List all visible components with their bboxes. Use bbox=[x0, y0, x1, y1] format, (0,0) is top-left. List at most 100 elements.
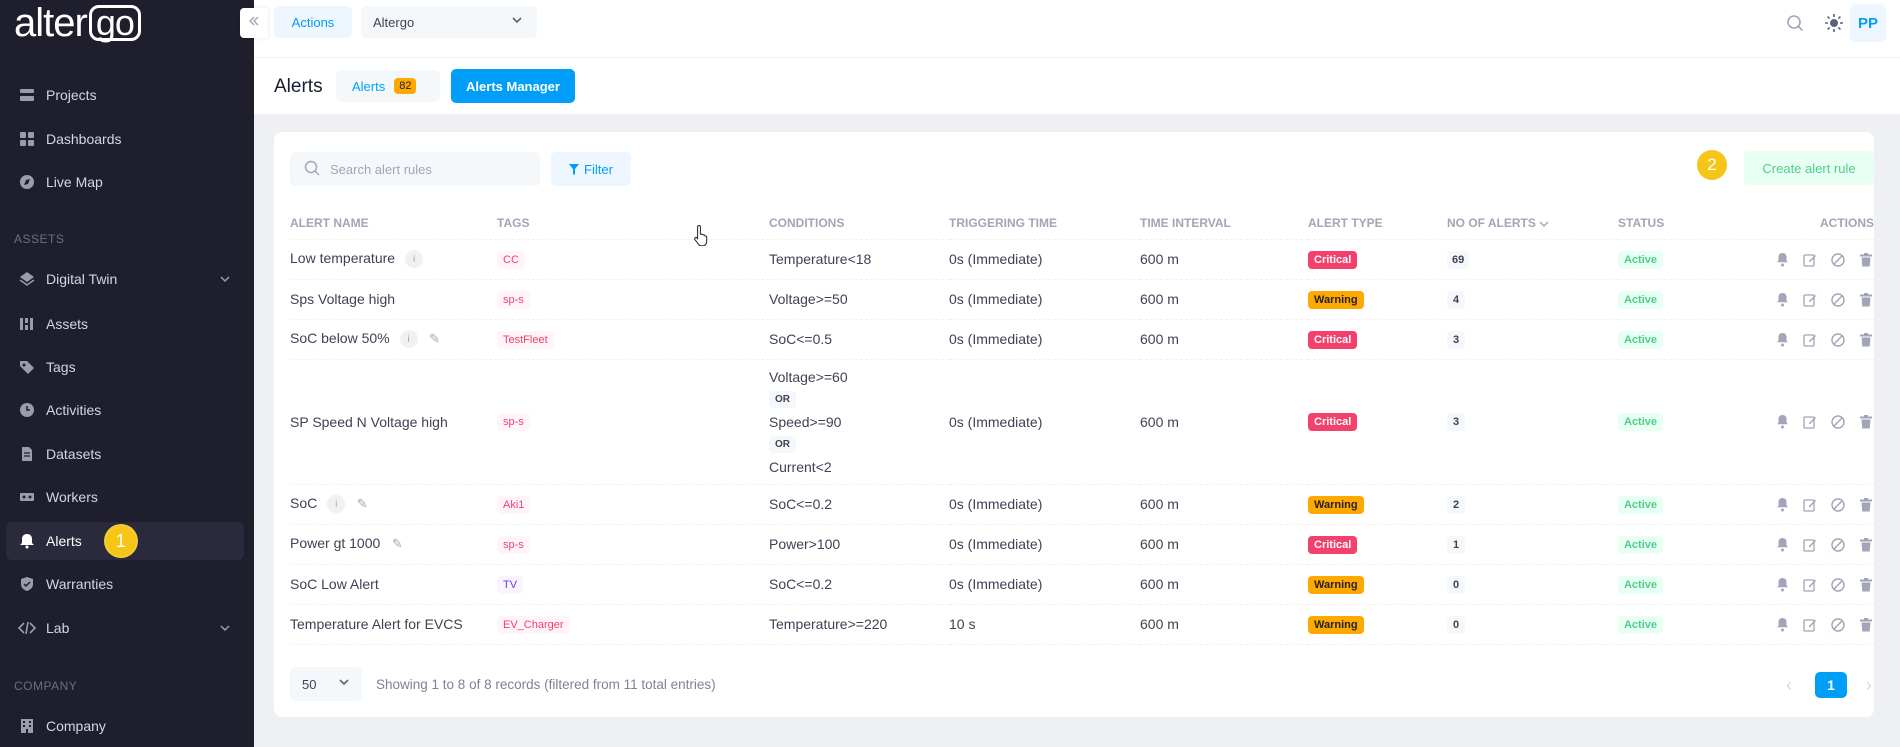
col-header-alert-type[interactable]: ALERT TYPE bbox=[1308, 207, 1447, 240]
sidebar-item-alerts[interactable]: Alerts 1 bbox=[6, 522, 244, 560]
edit-icon[interactable] bbox=[1802, 617, 1818, 633]
table-row[interactable]: Power gt 1000 ✎ sp-s Power>100 0s (Immediate… bbox=[290, 524, 1874, 565]
alert-name[interactable]: SP Speed N Voltage high bbox=[290, 414, 448, 430]
tag-badge[interactable]: TV bbox=[497, 575, 524, 594]
per-page-select[interactable]: 50 bbox=[290, 667, 362, 701]
info-icon[interactable]: i bbox=[405, 250, 424, 269]
tour-step-badge[interactable]: 2 bbox=[1697, 150, 1727, 180]
sidebar-item-datasets[interactable]: Datasets bbox=[0, 435, 254, 473]
col-header-triggering-time[interactable]: TRIGGERING TIME bbox=[949, 207, 1140, 240]
altergo-logo[interactable]: alter go bbox=[14, 1, 141, 45]
table-row[interactable]: SoC below 50% i ✎ TestFleet SoC<=0.5 0s (Imme… bbox=[290, 319, 1874, 360]
alert-name[interactable]: Power gt 1000 bbox=[290, 535, 380, 551]
create-alert-rule-button[interactable]: Create alert rule bbox=[1744, 151, 1874, 185]
trash-icon[interactable] bbox=[1858, 537, 1874, 553]
sidebar-item-live-map[interactable]: Live Map bbox=[0, 163, 254, 201]
edit-icon[interactable] bbox=[1802, 292, 1818, 308]
col-header-tags[interactable]: TAGS bbox=[497, 207, 769, 240]
trash-icon[interactable] bbox=[1858, 332, 1874, 348]
tag-badge[interactable]: sp-s bbox=[497, 290, 530, 309]
trash-icon[interactable] bbox=[1858, 414, 1874, 430]
sidebar-item-company[interactable]: Company bbox=[0, 707, 254, 745]
edit-icon[interactable] bbox=[1802, 414, 1818, 430]
trash-icon[interactable] bbox=[1858, 292, 1874, 308]
alert-name[interactable]: SoC below 50% bbox=[290, 330, 390, 346]
alert-name[interactable]: Low temperature bbox=[290, 250, 395, 266]
alert-name[interactable]: SoC bbox=[290, 495, 317, 511]
trash-icon[interactable] bbox=[1858, 577, 1874, 593]
tag-badge[interactable]: Aki1 bbox=[497, 495, 531, 514]
col-header-alert-name[interactable]: ALERT NAME bbox=[290, 207, 497, 240]
tag-badge[interactable]: EV_Charger bbox=[497, 615, 570, 634]
pencil-icon[interactable]: ✎ bbox=[426, 330, 444, 348]
edit-icon[interactable] bbox=[1802, 537, 1818, 553]
bell-icon[interactable] bbox=[1774, 292, 1790, 308]
info-icon[interactable]: i bbox=[399, 330, 418, 349]
table-row[interactable]: SoC i ✎ Aki1 SoC<=0.2 0s (Immediate) 600 m Warn… bbox=[290, 484, 1874, 525]
tab-alerts[interactable]: Alerts 82 bbox=[336, 70, 440, 102]
sidebar-item-dashboards[interactable]: Dashboards bbox=[0, 120, 254, 158]
tag-badge[interactable]: sp-s bbox=[497, 413, 530, 431]
bell-icon[interactable] bbox=[1774, 617, 1790, 633]
pagination-page-button[interactable]: 1 bbox=[1815, 672, 1847, 698]
sidebar-collapse-button[interactable] bbox=[240, 8, 268, 38]
sidebar-item-workers[interactable]: Workers bbox=[0, 478, 254, 516]
sidebar-item-activities[interactable]: Activities bbox=[0, 391, 254, 429]
edit-icon[interactable] bbox=[1802, 497, 1818, 513]
disable-icon[interactable] bbox=[1830, 292, 1846, 308]
pagination-prev-button[interactable]: ‹ bbox=[1774, 670, 1804, 700]
pencil-icon[interactable]: ✎ bbox=[388, 535, 406, 553]
disable-icon[interactable] bbox=[1830, 497, 1846, 513]
table-row[interactable]: Sps Voltage high sp-s Voltage>=50 0s (Immed… bbox=[290, 279, 1874, 320]
edit-icon[interactable] bbox=[1802, 252, 1818, 268]
bell-icon[interactable] bbox=[1774, 332, 1790, 348]
sidebar-item-lab[interactable]: Lab bbox=[0, 609, 254, 647]
trash-icon[interactable] bbox=[1858, 252, 1874, 268]
col-header-conditions[interactable]: CONDITIONS bbox=[769, 207, 949, 240]
trash-icon[interactable] bbox=[1858, 497, 1874, 513]
edit-icon[interactable] bbox=[1802, 577, 1818, 593]
tag-badge[interactable]: sp-s bbox=[497, 535, 530, 554]
actions-button[interactable]: Actions bbox=[274, 6, 352, 38]
disable-icon[interactable] bbox=[1830, 577, 1846, 593]
bell-icon[interactable] bbox=[1774, 497, 1790, 513]
table-row[interactable]: SP Speed N Voltage high sp-s Voltage>=60 OR… bbox=[290, 359, 1874, 485]
table-row[interactable]: Temperature Alert for EVCS EV_Charger Temp… bbox=[290, 604, 1874, 645]
disable-icon[interactable] bbox=[1830, 332, 1846, 348]
table-row[interactable]: SoC Low Alert TV SoC<=0.2 0s (Immediate) 600… bbox=[290, 564, 1874, 605]
col-header-no-of-alerts[interactable]: NO OF ALERTS bbox=[1447, 207, 1618, 240]
trash-icon[interactable] bbox=[1858, 617, 1874, 633]
sidebar-item-digital-twin[interactable]: Digital Twin bbox=[0, 260, 254, 298]
col-header-time-interval[interactable]: TIME INTERVAL bbox=[1140, 207, 1308, 240]
sidebar-item-projects[interactable]: Projects bbox=[0, 76, 254, 114]
alert-name[interactable]: SoC Low Alert bbox=[290, 576, 379, 592]
tab-alerts-manager[interactable]: Alerts Manager bbox=[451, 69, 575, 103]
info-icon[interactable]: i bbox=[327, 495, 346, 514]
disable-icon[interactable] bbox=[1830, 252, 1846, 268]
alert-name[interactable]: Sps Voltage high bbox=[290, 291, 395, 307]
filter-button[interactable]: Filter bbox=[551, 152, 631, 186]
search-icon[interactable] bbox=[1782, 10, 1808, 36]
bell-icon[interactable] bbox=[1774, 577, 1790, 593]
organization-select[interactable]: Altergo bbox=[361, 6, 537, 38]
sidebar-item-warranties[interactable]: Warranties bbox=[0, 565, 254, 603]
pagination-next-button[interactable]: › bbox=[1854, 670, 1884, 700]
table-row[interactable]: Low temperature i CC Temperature<18 0s (Imme… bbox=[290, 239, 1874, 280]
sidebar-item-tags[interactable]: Tags bbox=[0, 348, 254, 386]
disable-icon[interactable] bbox=[1830, 414, 1846, 430]
disable-icon[interactable] bbox=[1830, 537, 1846, 553]
bell-icon[interactable] bbox=[1774, 537, 1790, 553]
user-avatar[interactable]: PP bbox=[1850, 4, 1886, 42]
disable-icon[interactable] bbox=[1830, 617, 1846, 633]
pencil-icon[interactable]: ✎ bbox=[353, 495, 371, 513]
alert-name[interactable]: Temperature Alert for EVCS bbox=[290, 616, 463, 632]
sidebar-item-assets[interactable]: Assets bbox=[0, 305, 254, 343]
bell-icon[interactable] bbox=[1774, 252, 1790, 268]
sun-icon[interactable] bbox=[1821, 10, 1847, 36]
search-input[interactable] bbox=[330, 161, 530, 177]
bell-icon[interactable] bbox=[1774, 414, 1790, 430]
edit-icon[interactable] bbox=[1802, 332, 1818, 348]
tag-badge[interactable]: CC bbox=[497, 250, 525, 269]
col-header-status[interactable]: STATUS bbox=[1618, 207, 1738, 240]
tag-badge[interactable]: TestFleet bbox=[497, 330, 554, 349]
